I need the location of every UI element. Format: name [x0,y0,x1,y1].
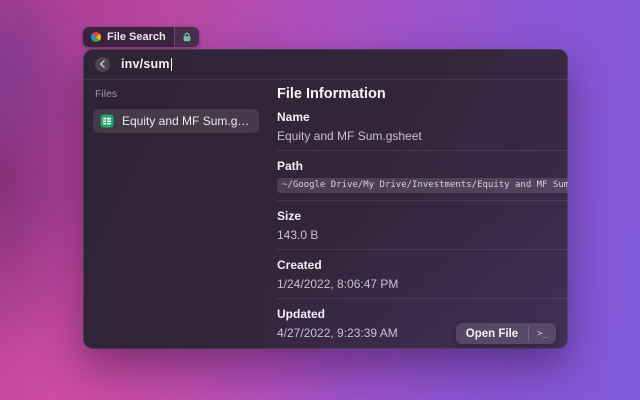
files-section-label: Files [93,86,259,109]
extension-pill-label: File Search [107,31,166,43]
back-button[interactable] [95,57,110,72]
field-label: Name [277,110,568,124]
file-list-item[interactable]: Equity and MF Sum.gsheet [93,109,259,133]
field-size: Size 143.0 B [277,209,568,250]
open-file-button-label: Open File [456,323,528,344]
field-label: Created [277,258,568,272]
field-value: Equity and MF Sum.gsheet [277,129,568,143]
lock-badge [174,27,199,47]
field-value-path: ~/Google Drive/My Drive/Investments/Equi… [277,178,568,193]
chevron-left-icon [99,60,106,68]
divider [277,249,568,250]
text-caret [171,58,173,71]
file-search-icon [91,32,101,42]
field-path: Path ~/Google Drive/My Drive/Investments… [277,159,568,201]
field-label: Path [277,159,568,173]
file-search-window: inv/sum Files Equ [83,49,568,349]
divider [277,200,568,201]
field-name: Name Equity and MF Sum.gsheet [277,110,568,151]
terminal-prompt-icon: >_ [529,323,556,344]
divider [277,150,568,151]
file-item-label: Equity and MF Sum.gsheet [122,114,252,128]
field-created: Created 1/24/2022, 8:06:47 PM [277,258,568,299]
detail-panel: File Information Name Equity and MF Sum.… [264,80,568,349]
extension-pill[interactable]: File Search [83,27,199,47]
field-value: 1/24/2022, 8:06:47 PM [277,277,568,291]
open-file-button[interactable]: Open File >_ [456,323,556,344]
extension-pill-main: File Search [83,27,174,47]
results-panel: Files Equity and MF Sum.gsheet [83,80,264,349]
lock-icon [182,32,192,42]
divider [277,298,568,299]
search-input[interactable]: inv/sum [121,57,170,71]
field-label: Updated [277,307,568,321]
field-label: Size [277,209,568,223]
window-body: Files Equity and MF Sum.gsheet [83,80,568,349]
search-bar: inv/sum [83,49,568,80]
desktop-background: File Search inv/sum Files [0,0,640,400]
field-value: 143.0 B [277,228,568,242]
panel-title: File Information [277,86,568,102]
spreadsheet-icon [100,114,114,128]
